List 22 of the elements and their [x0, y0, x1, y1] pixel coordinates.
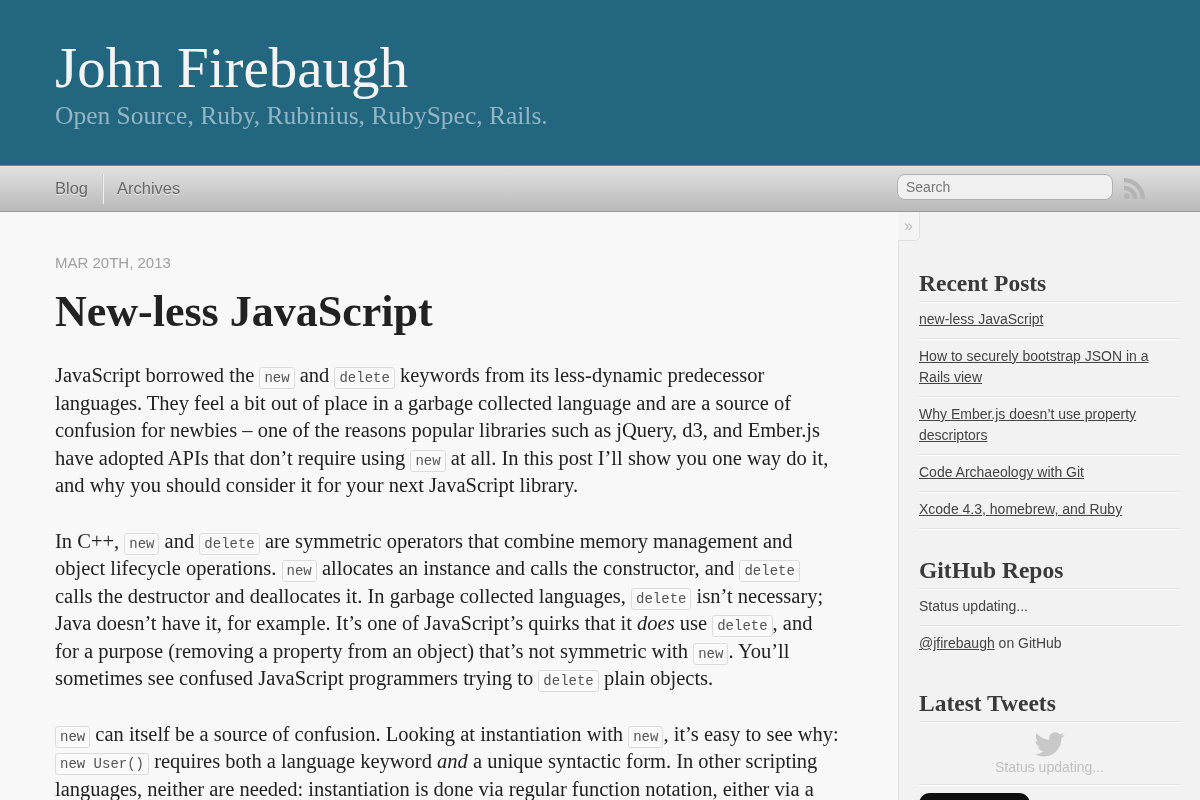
bird-icon [1034, 732, 1065, 757]
recent-post-link[interactable]: Why Ember.js doesn’t use property descriptors [919, 404, 1180, 446]
sidebar-heading: Latest Tweets [919, 688, 1180, 722]
search-field[interactable]: Search [897, 173, 1113, 200]
sidebar-heading: Recent Posts [919, 268, 1180, 302]
nav-link[interactable]: Blog [55, 179, 89, 198]
body-paragraph: new can itself be a source of confusion. Looking at instantiation with new , it’s easy to see why: new User() requires both a language keyword and a unique syntactic form. In other scripting languages, neither are needed: instantiation is done via regular function notation, either via a [55, 721, 840, 800]
sidebar-heading: GitHub Repos [919, 555, 1180, 589]
recent-post-link[interactable]: How to securely bootstrap JSON in a Rails view [919, 346, 1180, 388]
post-date: MAR 20TH, 2013 [55, 253, 172, 273]
recent-post-link[interactable]: Code Archaeology with Git [919, 462, 1084, 483]
loading-status: Status updating... [919, 598, 1028, 614]
recent-post-link[interactable]: Xcode 4.3, homebrew, and Ruby [919, 499, 1123, 520]
nav-link[interactable]: Archives [117, 179, 181, 198]
site-title: John Firebaugh [55, 36, 410, 100]
body-paragraph: In C++, new and delete are symmetric operators that combine memory management and object lifecycle operations. new allocates an instance and calls the constructor, and delete calls the destructor and deallocates it. In garbage collected languages, delete isn’t necessary; Java doesn’t have it, for example. It’s one of JavaScript’s quirks that it does use delete , and for a purpose (removing a property from an object) that’s not symmetric with new . You’ll sometimes see confused JavaScript programmers trying to delete plain objects. [55, 527, 840, 693]
body-paragraph: JavaScript borrowed the new and delete keywords from its less-dynamic predecessor languages. They feel a bit out of place in a garbage collected language and are a source of confusion for newbies – one of the reasons popular libraries such as jQuery, d3, and Ember.js have adopted APIs that don’t require using new at all. In this post I’ll show you one way do it, and why you should consider it for your next JavaScript library. [55, 363, 830, 499]
profile-caption: on GitHub [998, 635, 1062, 651]
site-tagline: Open Source, Ruby, Rubinius, RubySpec, Rails. [55, 100, 549, 132]
recent-post-link[interactable]: new-less JavaScript [919, 309, 1044, 330]
post-title: New-less JavaScript [55, 286, 434, 338]
profile-link[interactable]: @jfirebaugh [919, 635, 995, 651]
